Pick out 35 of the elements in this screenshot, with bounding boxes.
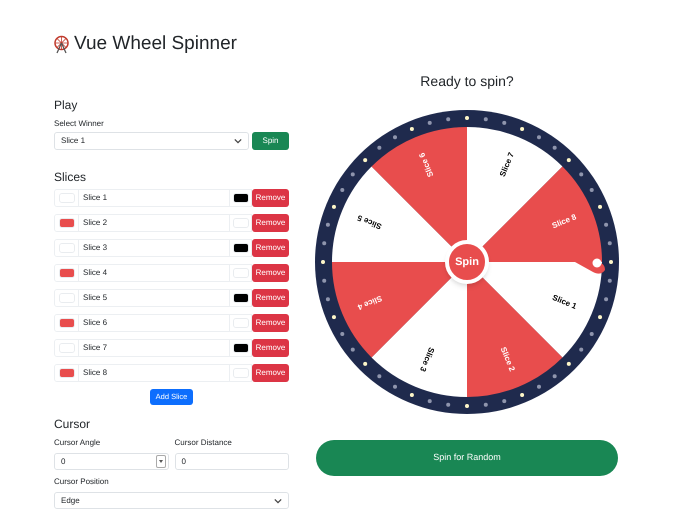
slice-label: Slice 4 [356, 294, 384, 312]
cursor-pointer [575, 258, 605, 274]
cursor-position-select[interactable]: Edge [54, 492, 289, 509]
slice-label: Slice 8 [550, 212, 578, 230]
slice-label: Slice 7 [498, 151, 516, 178]
slice-label: Slice 6 [417, 151, 436, 178]
slice-label: Slice 2 [498, 346, 517, 373]
field-label: Cursor Angle [54, 437, 102, 449]
remove-button[interactable]: Remove [252, 314, 289, 332]
remove-button[interactable]: Remove [252, 364, 289, 382]
remove-button[interactable]: Remove [252, 239, 289, 257]
remove-button[interactable]: Remove [252, 214, 289, 232]
chevron-down-icon [274, 496, 282, 504]
remove-button[interactable]: Remove [252, 339, 289, 357]
section-heading: Play [54, 98, 78, 112]
remove-button[interactable]: Remove [252, 289, 289, 307]
field-label: Cursor Distance [174, 437, 233, 449]
cursor-distance-field[interactable]: 0 [174, 453, 289, 470]
field-label: Cursor Position [54, 476, 110, 488]
slice-label: Slice 1 [551, 292, 578, 311]
spin-button[interactable]: Spin [252, 132, 289, 150]
ferris-wheel-icon [53, 34, 70, 54]
spin-for-random-button[interactable]: Spin for Random [316, 440, 618, 476]
field-label: Select Winner [54, 118, 105, 130]
remove-button[interactable]: Remove [252, 264, 289, 282]
app-title: Vue Wheel Spinner [74, 32, 238, 56]
remove-button[interactable]: Remove [252, 189, 289, 207]
stepper-icon[interactable] [156, 455, 166, 468]
section-heading: Cursor [54, 417, 92, 431]
section-heading: Slices [54, 170, 88, 184]
winner-select[interactable]: Slice 1 [54, 132, 249, 150]
slice-label: Slice 5 [356, 213, 383, 232]
wheel-status-heading: Ready to spin? [420, 72, 514, 90]
slice-label: Slice 3 [418, 346, 436, 373]
chevron-down-icon [234, 137, 242, 145]
